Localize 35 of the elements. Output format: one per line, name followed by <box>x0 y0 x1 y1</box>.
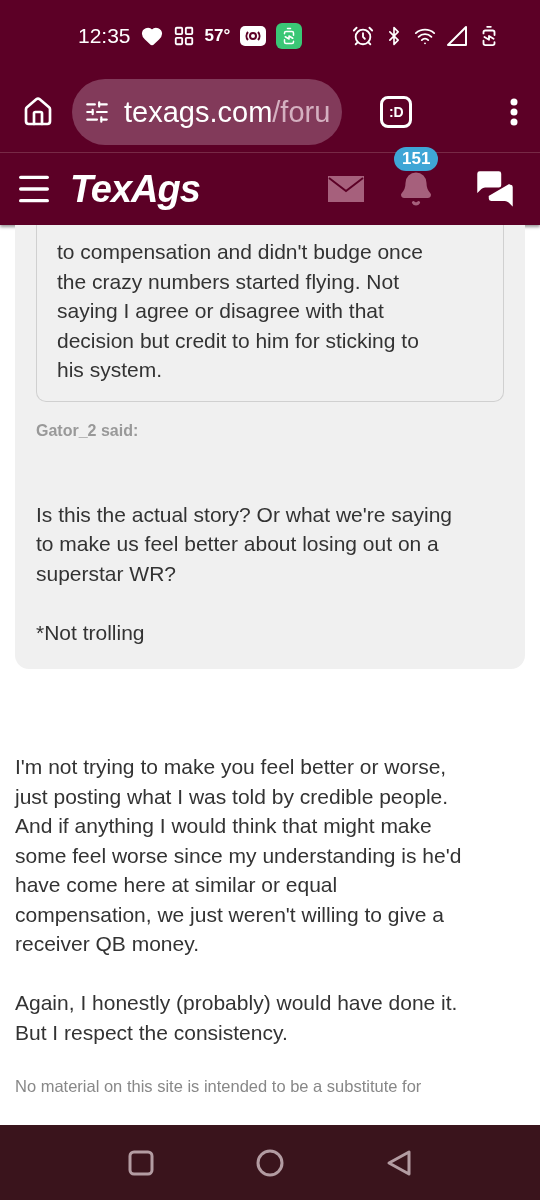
menu-button[interactable] <box>510 98 518 126</box>
quote-text: to compensation and didn't budge once the crazy numbers started flying. Not saying I agree or disagree with that decision but credit to him for sticking to his system. <box>57 239 424 383</box>
home-icon <box>22 96 54 128</box>
radio-icon <box>240 26 267 46</box>
signal-icon <box>446 25 468 47</box>
site-settings-icon <box>84 99 110 125</box>
disclaimer-text: No material on this site is intended to be a substitute for <box>15 1076 423 1096</box>
notifications-button[interactable] <box>398 171 434 207</box>
quote-attribution: Gator_2 said: <box>36 421 140 440</box>
more-icon <box>510 98 518 126</box>
battery-saver-icon <box>276 23 303 49</box>
quote-paragraph: Is this the actual story? Or what we're saying to make us feel better about losing out on a superstar WR? <box>36 501 454 587</box>
circle-icon <box>256 1148 284 1177</box>
url-text: texags.com/foru <box>124 95 331 129</box>
bell-icon <box>398 171 434 207</box>
back-button[interactable] <box>386 1148 412 1177</box>
site-logo[interactable]: TexAgs <box>70 167 200 211</box>
status-time: 12:35 <box>78 24 131 48</box>
envelope-icon <box>328 176 364 202</box>
post-paragraph: I'm not trying to make you feel better or worse, just posting what I was told by credible people. And if anything I would think that might make some feel worse since my understanding is he'd have come here at similar or equal compensation, we just weren't willing to give a receiver QB money. <box>15 754 463 957</box>
triangle-icon <box>386 1148 412 1177</box>
square-icon <box>128 1149 154 1176</box>
temperature: 57° <box>204 26 231 46</box>
alarm-icon <box>352 25 374 47</box>
address-bar[interactable]: texags.com/foru <box>72 79 343 145</box>
home-nav-button[interactable] <box>256 1148 284 1177</box>
recents-button[interactable] <box>128 1149 154 1176</box>
quote-paragraph: *Not trolling <box>36 619 146 646</box>
tab-switcher-button[interactable]: :D <box>380 96 413 128</box>
mail-button[interactable] <box>328 176 364 202</box>
grid-icon <box>172 25 195 47</box>
heart-icon <box>140 25 163 47</box>
post-paragraph: Again, I honestly (probably) would have done it. But I respect the consistency. <box>15 990 459 1046</box>
home-button[interactable] <box>22 96 54 128</box>
notification-badge: 151 <box>394 147 439 171</box>
